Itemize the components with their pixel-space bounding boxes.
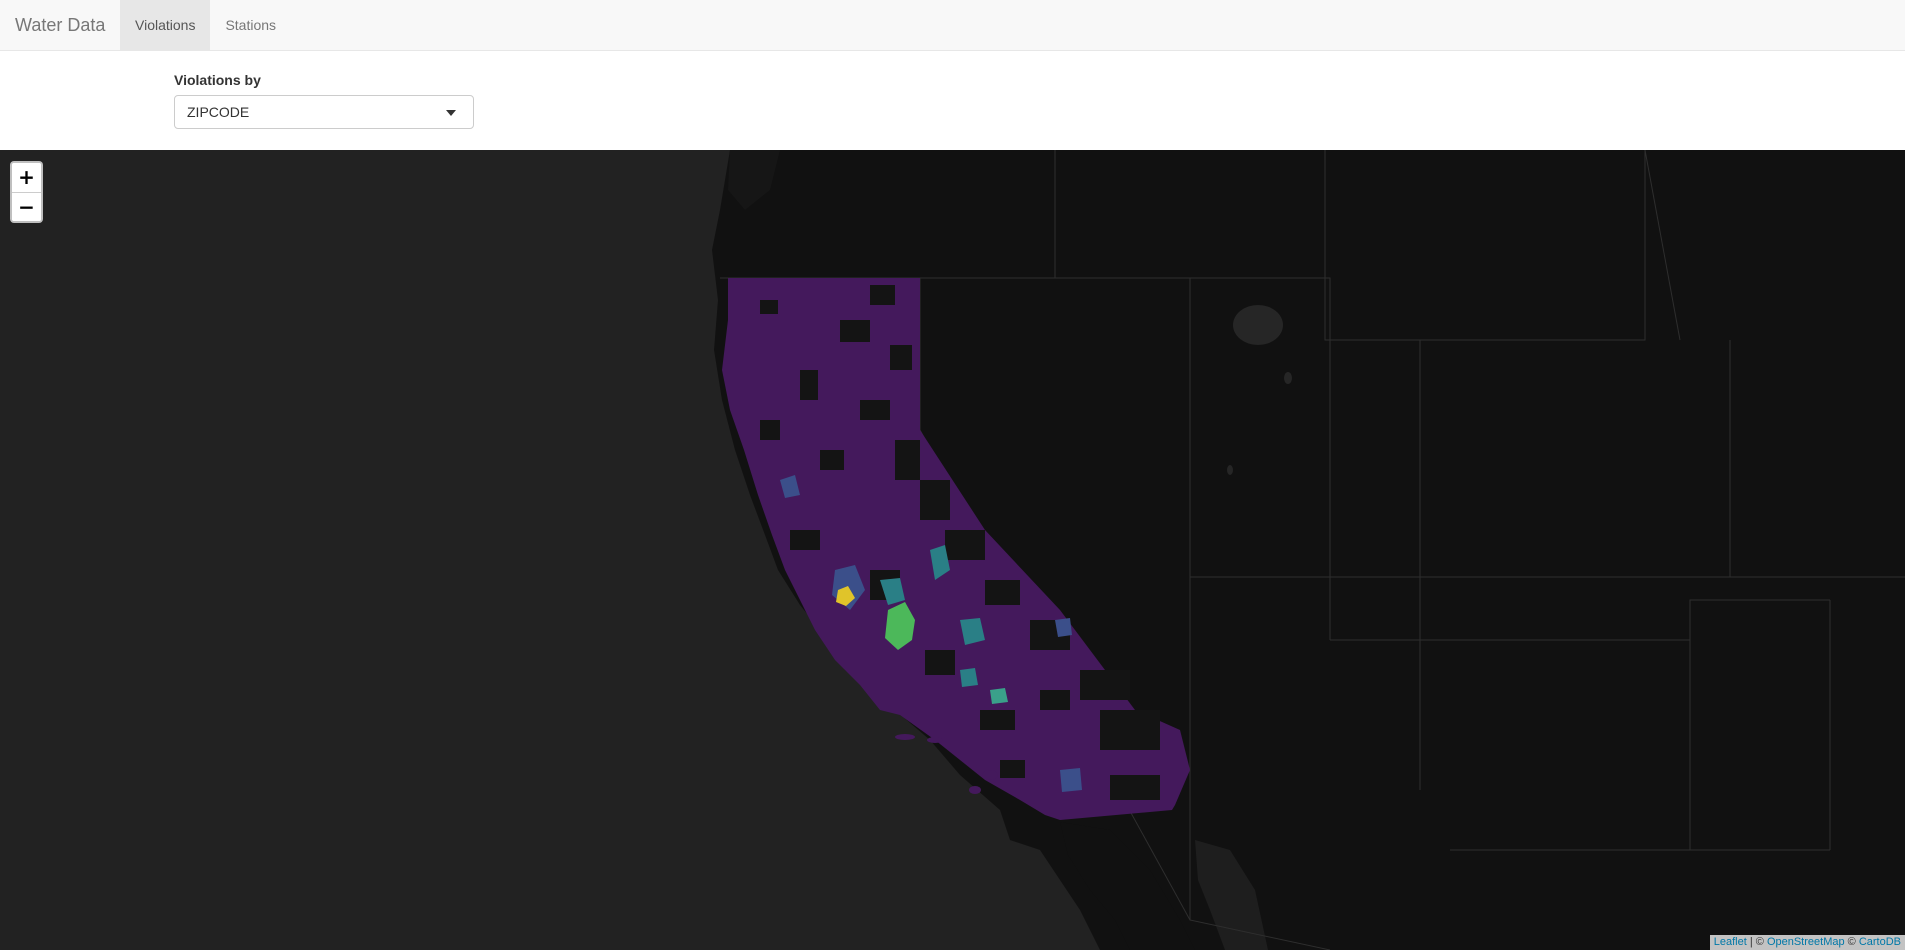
violations-by-select[interactable]: ZIPCODE [174, 95, 474, 129]
attribution-sep-1: | © [1746, 936, 1767, 948]
cartodb-link[interactable]: CartoDB [1859, 936, 1901, 948]
nav-tabs: Violations Stations [120, 0, 291, 50]
chevron-down-icon [446, 110, 456, 116]
violations-by-selected-value: ZIPCODE [187, 104, 250, 120]
map-container[interactable]: + − Leaflet | © OpenStreetMap © CartoDB [0, 150, 1905, 950]
app-brand[interactable]: Water Data [15, 0, 105, 50]
attribution-sep-2: © [1844, 936, 1859, 948]
tab-stations[interactable]: Stations [210, 0, 291, 50]
violations-by-label: Violations by [174, 72, 261, 88]
zoom-control: + − [10, 161, 43, 223]
violations-by-control: Violations by ZIPCODE [174, 72, 474, 129]
zoom-out-button[interactable]: − [12, 192, 41, 221]
map-svg [712, 150, 1905, 950]
tab-violations[interactable]: Violations [120, 0, 211, 50]
navbar: Water Data Violations Stations [0, 0, 1905, 51]
leaflet-link[interactable]: Leaflet [1714, 936, 1747, 948]
osm-link[interactable]: OpenStreetMap [1767, 936, 1845, 948]
map-attribution: Leaflet | © OpenStreetMap © CartoDB [1709, 935, 1905, 950]
zoom-in-button[interactable]: + [12, 163, 41, 192]
